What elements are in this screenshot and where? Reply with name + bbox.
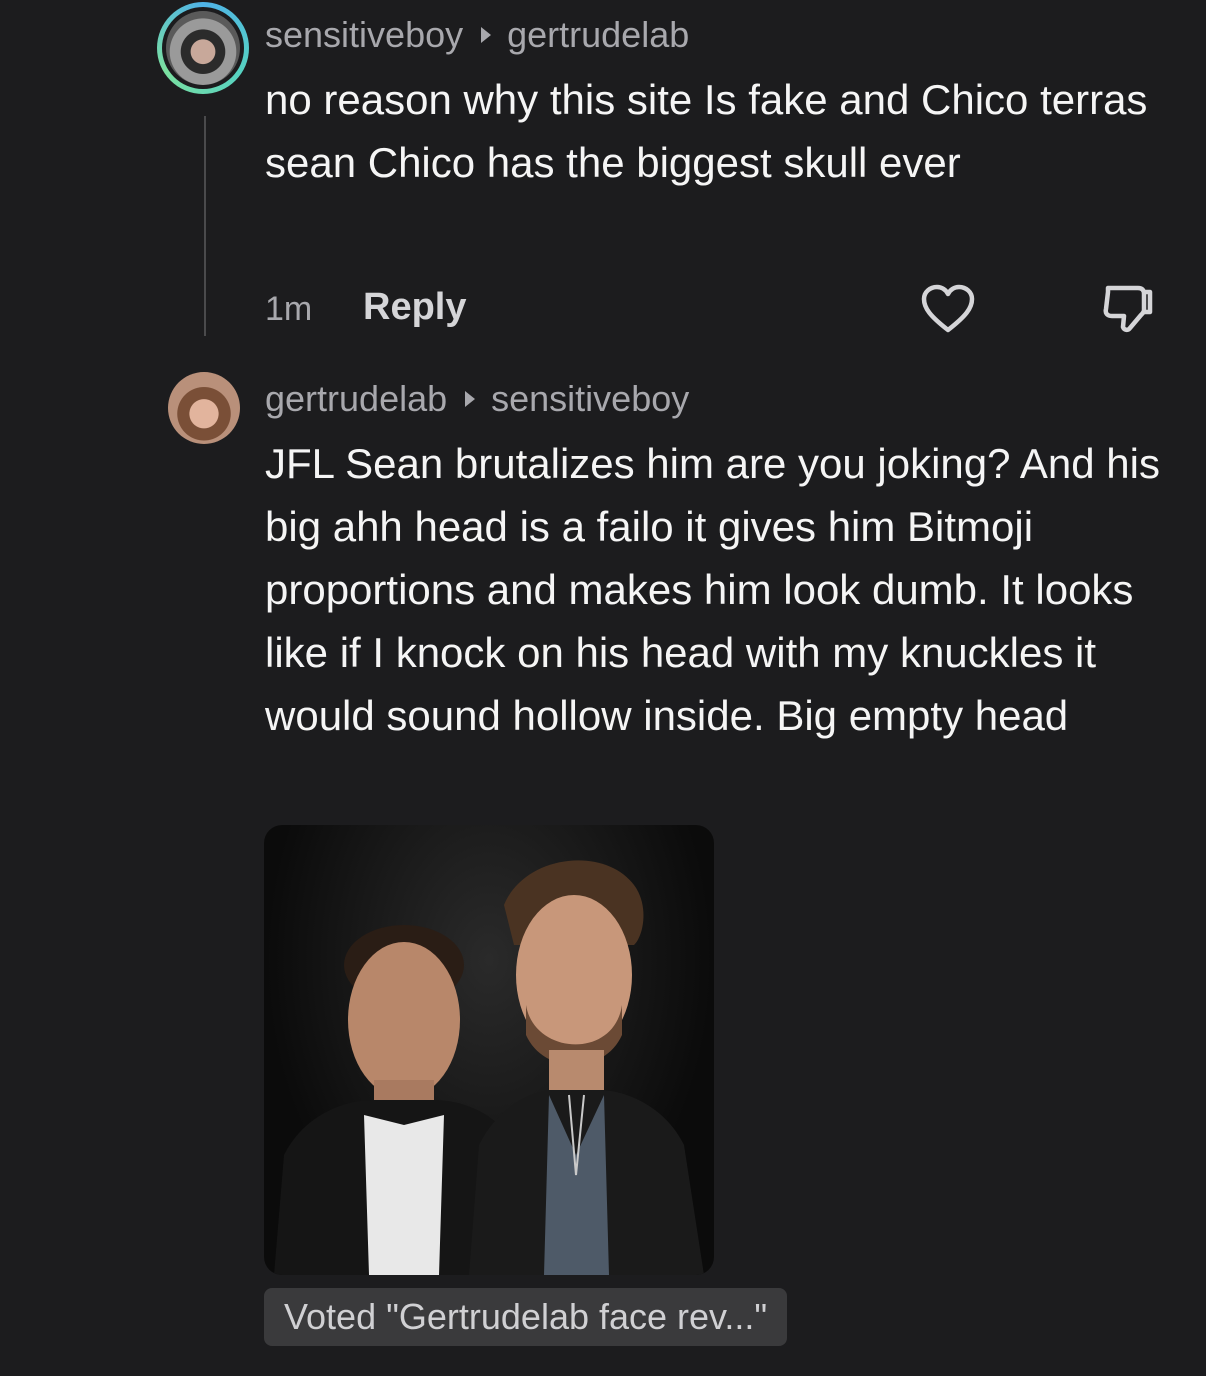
- photo-illustration: [274, 860, 704, 1275]
- triangle-right-icon: [481, 27, 492, 43]
- heart-icon[interactable]: [920, 284, 976, 334]
- thread-connector-line: [204, 116, 206, 336]
- comment-timestamp: 1m: [265, 290, 313, 328]
- vote-badge[interactable]: Voted "Gertrudelab face rev...": [264, 1288, 788, 1346]
- avatar-sensitiveboy[interactable]: [157, 2, 249, 94]
- comment-header: gertrudelab sensitiveboy: [265, 374, 1165, 424]
- avatar-image: [166, 11, 240, 85]
- comment-text: no reason why this site Is fake and Chic…: [265, 76, 1148, 186]
- comment-gertrudelab: gertrudelab sensitiveboy JFL Sean brutal…: [265, 374, 1165, 747]
- comment-header: sensitiveboy gertrudelab: [265, 10, 1165, 60]
- comment-actions: 1m Reply: [265, 282, 1155, 338]
- triangle-right-icon: [465, 391, 476, 407]
- reply-to-name[interactable]: sensitiveboy: [491, 374, 689, 424]
- avatar-gertrudelab[interactable]: [168, 372, 240, 444]
- author-name[interactable]: sensitiveboy: [265, 10, 463, 60]
- reply-to-name[interactable]: gertrudelab: [507, 10, 689, 60]
- comment-thread: sensitiveboy gertrudelab no reason why t…: [0, 0, 1206, 1376]
- attached-photo[interactable]: [264, 825, 714, 1275]
- comment-text: JFL Sean brutalizes him are you joking? …: [265, 440, 1160, 739]
- comment-sensitiveboy: sensitiveboy gertrudelab no reason why t…: [265, 10, 1165, 194]
- author-name[interactable]: gertrudelab: [265, 374, 447, 424]
- reply-button[interactable]: Reply: [363, 286, 466, 329]
- thumbs-down-icon[interactable]: [1100, 282, 1156, 336]
